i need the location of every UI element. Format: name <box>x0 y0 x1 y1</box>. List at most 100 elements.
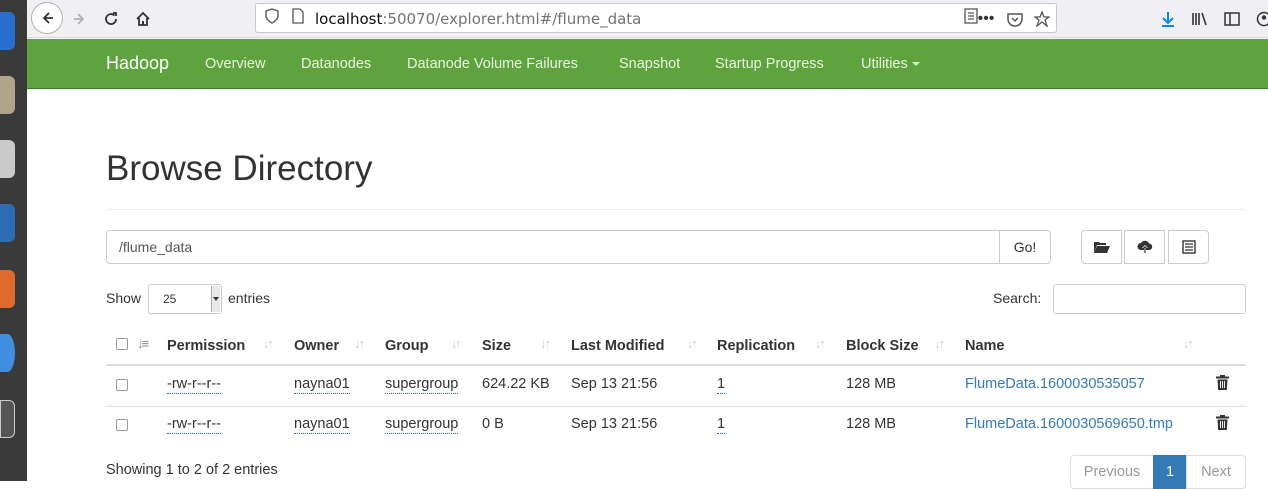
sort-icon[interactable]: ↓↑ <box>354 336 363 351</box>
forward-icon <box>72 11 88 27</box>
browser-toolbar: localhost:50070/explorer.html#/flume_dat… <box>27 0 1268 38</box>
directory-path-input[interactable] <box>106 230 1000 264</box>
size-value: 624.22 KB <box>482 376 550 392</box>
brand-link[interactable]: Hadoop <box>106 53 169 74</box>
library-icon[interactable] <box>1185 4 1215 34</box>
permission-value[interactable]: -rw-r--r-- <box>167 376 221 394</box>
forward-button[interactable] <box>65 4 95 34</box>
download-icon[interactable] <box>1153 4 1183 34</box>
modified-value: Sep 13 21:56 <box>571 376 657 392</box>
url-text[interactable]: localhost:50070/explorer.html#/flume_dat… <box>315 10 641 28</box>
dock-app-icon[interactable] <box>0 12 15 50</box>
sort-icon[interactable]: ↓↑ <box>934 336 943 351</box>
row-checkbox[interactable] <box>116 419 128 431</box>
size-value: 0 B <box>482 416 504 432</box>
replication-value[interactable]: 1 <box>717 416 725 434</box>
modified-value: Sep 13 21:56 <box>571 416 657 432</box>
table-info: Showing 1 to 2 of 2 entries <box>106 462 278 478</box>
sidebar-icon[interactable] <box>1217 4 1247 34</box>
group-value[interactable]: supergroup <box>385 376 458 394</box>
upload-icon <box>1137 240 1153 254</box>
page-1-button[interactable]: 1 <box>1153 455 1187 489</box>
sort-icon[interactable]: ↓↑ <box>451 336 460 351</box>
nav-datanode-volume-failures[interactable]: Datanode Volume Failures <box>407 56 578 72</box>
cut-paste-button[interactable] <box>1168 230 1209 264</box>
table-header-divider <box>106 364 1246 366</box>
page-title: Browse Directory <box>106 149 372 189</box>
account-icon[interactable] <box>1249 4 1268 34</box>
block-size-value: 128 MB <box>846 416 896 432</box>
header-replication[interactable]: Replication <box>717 322 795 365</box>
nav-snapshot[interactable]: Snapshot <box>619 56 680 72</box>
nav-startup-progress[interactable]: Startup Progress <box>715 56 824 72</box>
next-page-button[interactable]: Next <box>1186 455 1246 489</box>
dock-app-icon[interactable] <box>0 204 15 242</box>
sort-icon[interactable]: ↓↑ <box>263 336 272 351</box>
url-host: localhost <box>315 10 382 28</box>
row-checkbox[interactable] <box>116 379 128 391</box>
permission-value[interactable]: -rw-r--r-- <box>167 416 221 434</box>
list-icon <box>1182 240 1196 254</box>
go-button[interactable]: Go! <box>999 230 1051 264</box>
sort-icon[interactable]: ↓↑ <box>687 336 696 351</box>
divider <box>106 209 1246 210</box>
top-navbar: Hadoop Overview Datanodes Datanode Volum… <box>27 39 1268 89</box>
dock-app-icon[interactable] <box>0 270 15 308</box>
chevron-down-icon <box>912 62 920 66</box>
back-icon <box>39 10 55 26</box>
file-name-link[interactable]: FlumeData.1600030535057 <box>965 376 1145 392</box>
header-group[interactable]: Group <box>385 322 429 365</box>
select-all-checkbox[interactable] <box>116 338 128 350</box>
entries-label: entries <box>228 290 270 306</box>
trash-icon[interactable] <box>1216 375 1229 390</box>
nav-utilities[interactable]: Utilities <box>861 56 920 72</box>
dock-app-icon[interactable] <box>0 76 15 114</box>
sort-icon[interactable]: ↓↑ <box>1183 336 1192 351</box>
header-block-size[interactable]: Block Size <box>846 322 919 365</box>
dock-app-icon[interactable] <box>0 334 15 372</box>
search-input[interactable] <box>1053 284 1246 314</box>
search-label: Search: <box>993 290 1041 306</box>
home-icon <box>135 11 151 27</box>
show-label: Show <box>106 290 141 306</box>
nav-overview[interactable]: Overview <box>205 56 265 72</box>
sort-icon[interactable]: ↓↑ <box>540 336 549 351</box>
reload-icon <box>103 11 119 27</box>
nav-datanodes[interactable]: Datanodes <box>301 56 371 72</box>
previous-page-button[interactable]: Previous <box>1070 455 1154 489</box>
back-button[interactable] <box>31 2 63 34</box>
more-icon[interactable]: ••• <box>971 4 1001 34</box>
group-value[interactable]: supergroup <box>385 416 458 434</box>
sort-icon[interactable]: ↓↑ <box>815 336 824 351</box>
header-last-modified[interactable]: Last Modified <box>571 322 664 365</box>
owner-value[interactable]: nayna01 <box>294 416 350 434</box>
block-size-value: 128 MB <box>846 376 896 392</box>
file-name-link[interactable]: FlumeData.1600030569650.tmp <box>965 416 1173 432</box>
owner-value[interactable]: nayna01 <box>294 376 350 394</box>
url-path: :50070/explorer.html#/flume_data <box>382 10 641 28</box>
header-size[interactable]: Size <box>482 322 511 365</box>
replication-value[interactable]: 1 <box>717 376 725 394</box>
folder-open-icon <box>1093 240 1111 254</box>
page-icon[interactable] <box>288 8 308 27</box>
trash-icon[interactable] <box>1216 415 1229 430</box>
entries-select-value: 25 <box>163 292 176 306</box>
bookmark-star-icon[interactable] <box>1027 4 1057 34</box>
header-permission[interactable]: Permission <box>167 322 245 365</box>
header-name[interactable]: Name <box>965 322 1005 365</box>
entries-per-page-select[interactable]: 25 <box>148 284 222 314</box>
url-bar[interactable]: localhost:50070/explorer.html#/flume_dat… <box>255 3 1057 33</box>
home-button[interactable] <box>128 4 158 34</box>
upload-button[interactable] <box>1124 230 1165 264</box>
nav-utilities-label: Utilities <box>861 56 908 72</box>
dock-app-icon[interactable] <box>0 140 15 178</box>
create-directory-button[interactable] <box>1081 230 1122 264</box>
chevron-down-icon <box>211 286 220 312</box>
header-owner[interactable]: Owner <box>294 322 339 365</box>
reload-button[interactable] <box>96 4 126 34</box>
row-divider <box>106 406 1246 407</box>
sort-icon[interactable]: ↓≡ <box>137 336 147 351</box>
dock-app-icon[interactable] <box>0 400 15 438</box>
pocket-icon[interactable] <box>1000 4 1030 34</box>
shield-icon[interactable] <box>262 8 282 27</box>
